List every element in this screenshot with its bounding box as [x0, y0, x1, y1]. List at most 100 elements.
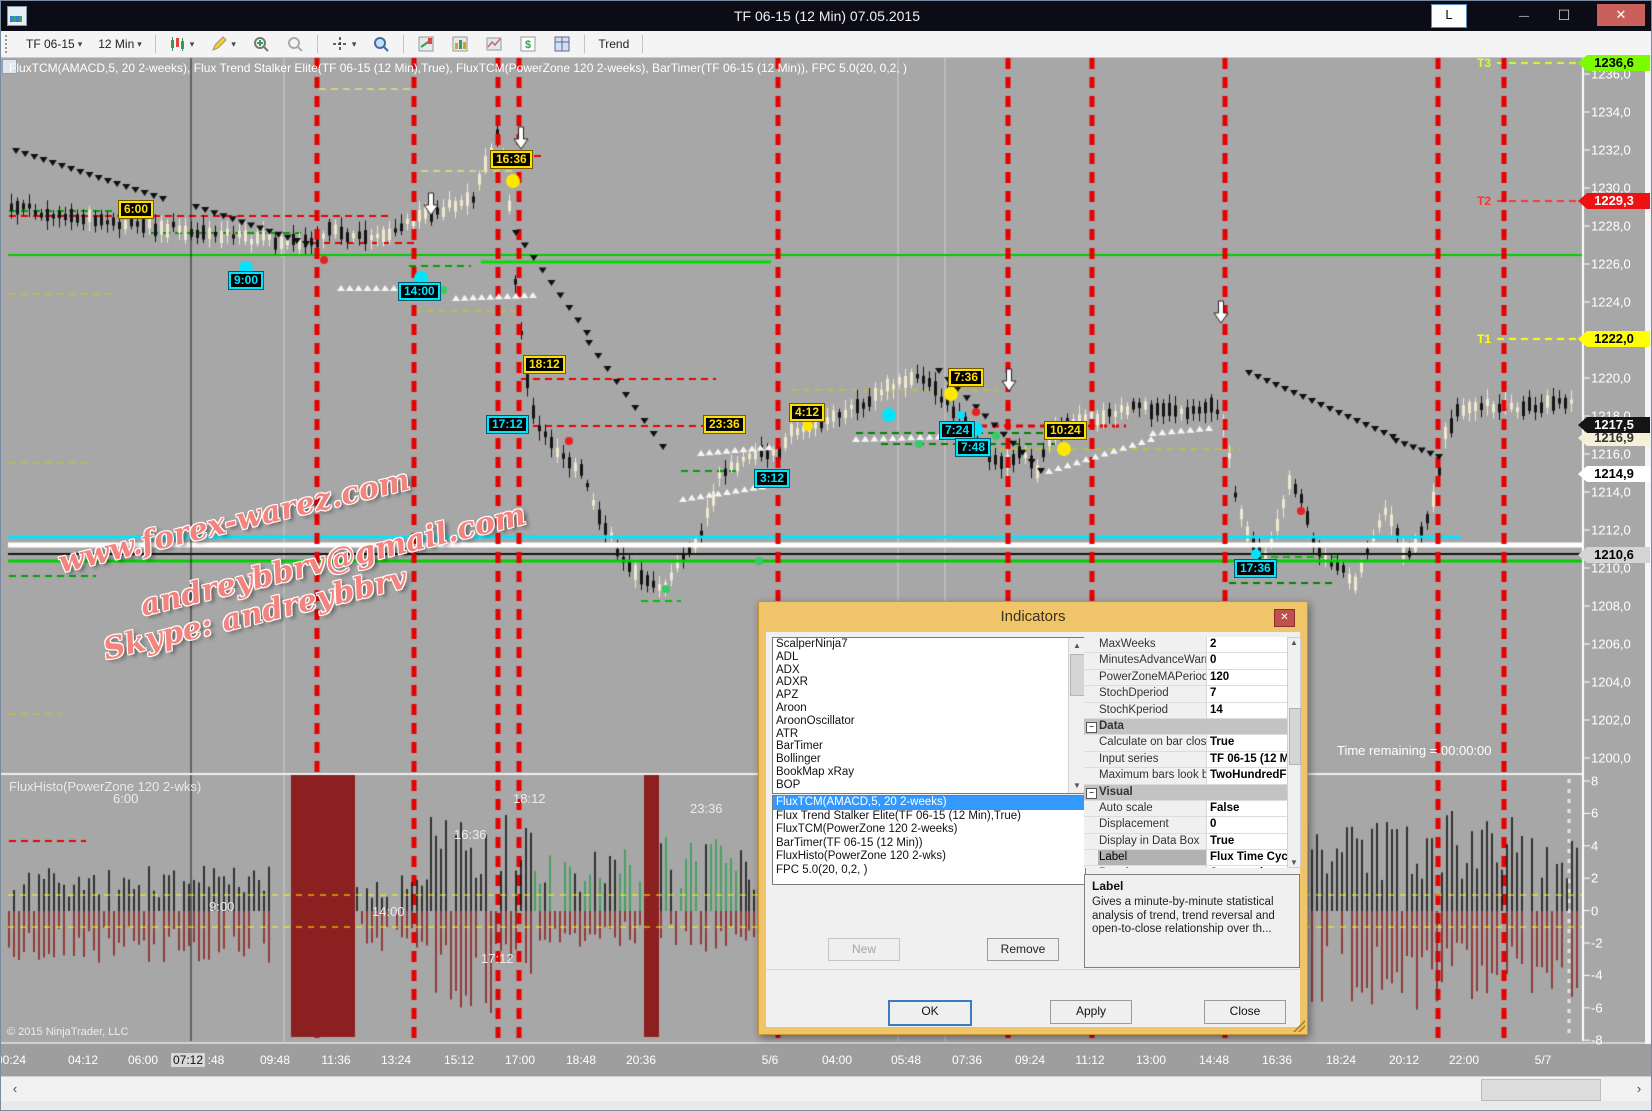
collapse-icon[interactable]: −: [1086, 788, 1097, 799]
horizontal-scrollbar[interactable]: ‹ ›: [1, 1076, 1652, 1102]
property-row[interactable]: Calculate on bar closeTrue: [1084, 735, 1287, 751]
property-row[interactable]: Maximum bars look bacTwoHundredFiftySix: [1084, 768, 1287, 784]
close-dialog-button[interactable]: Close: [1204, 1000, 1286, 1024]
close-button[interactable]: [1597, 4, 1645, 26]
applied-indicators-list[interactable]: FluxTCM(AMACD,5, 20 2-weeks)Flux Trend S…: [772, 795, 1086, 885]
collapse-icon[interactable]: −: [1086, 722, 1097, 733]
scroll-down-icon[interactable]: ▼: [1288, 858, 1300, 867]
property-value[interactable]: True: [1207, 735, 1287, 750]
available-indicator-item[interactable]: AroonOscillator: [773, 715, 1085, 728]
property-value[interactable]: 7: [1207, 686, 1287, 701]
scrollbar-thumb[interactable]: [1289, 708, 1301, 765]
scroll-up-icon[interactable]: ▲: [1069, 638, 1085, 653]
applied-indicator-item[interactable]: FluxTCM(AMACD,5, 20 2-weeks): [773, 796, 1085, 810]
time-axis-label: 18:24: [1326, 1053, 1356, 1067]
application-window: TF 06-15 (12 Min) 07.05.2015 L TF 06-15 …: [0, 0, 1652, 1111]
property-row[interactable]: Auto scaleFalse: [1084, 801, 1287, 817]
property-value[interactable]: [1206, 785, 1287, 800]
account-button[interactable]: $: [512, 32, 544, 56]
trend-button[interactable]: Trend: [591, 34, 636, 54]
property-row[interactable]: MaxWeeks2: [1084, 637, 1287, 653]
available-indicators-list[interactable]: ScalperNinja7ADLADXADXRAPZAroonAroonOsci…: [772, 637, 1086, 794]
indicators-button[interactable]: [410, 32, 442, 56]
property-row[interactable]: Input seriesTF 06-15 (12 Min): [1084, 752, 1287, 768]
property-row[interactable]: MinutesAdvanceWarnin0: [1084, 653, 1287, 669]
property-row[interactable]: LabelFlux Time Cycle Marke: [1084, 850, 1287, 866]
property-value[interactable]: True: [1207, 834, 1287, 849]
available-indicator-item[interactable]: Aroon: [773, 702, 1085, 715]
available-indicator-item[interactable]: BarTimer: [773, 740, 1085, 753]
available-indicator-item[interactable]: Bollinger: [773, 753, 1085, 766]
resize-grip[interactable]: [1293, 1020, 1305, 1032]
property-value[interactable]: Same as input series: [1207, 866, 1287, 868]
property-row[interactable]: StochDperiod7: [1084, 686, 1287, 702]
property-row[interactable]: Display in Data BoxTrue: [1084, 834, 1287, 850]
remove-button[interactable]: Remove: [987, 938, 1059, 961]
drawing-tools-button[interactable]: [203, 32, 243, 56]
property-row[interactable]: −Data: [1084, 719, 1287, 735]
property-value[interactable]: 120: [1207, 670, 1287, 685]
property-row[interactable]: −Visual: [1084, 785, 1287, 801]
available-indicator-item[interactable]: BOP: [773, 779, 1085, 792]
property-name: MinutesAdvanceWarnin: [1098, 653, 1207, 668]
property-row-gutter: [1084, 637, 1098, 652]
zoom-in-button[interactable]: [245, 32, 277, 56]
property-value[interactable]: 0: [1207, 653, 1287, 668]
available-indicator-item[interactable]: ADL: [773, 651, 1085, 664]
maximize-button[interactable]: [1547, 4, 1581, 26]
property-grid[interactable]: MaxWeeks2MinutesAdvanceWarnin0PowerZoneM…: [1084, 637, 1287, 868]
scrollbar-thumb[interactable]: [1481, 1079, 1601, 1101]
chart-properties-button[interactable]: [444, 32, 476, 56]
applied-indicator-item[interactable]: FluxTCM(PowerZone 120 2-weeks): [773, 823, 1085, 837]
property-value[interactable]: 14: [1207, 703, 1287, 718]
property-value[interactable]: 0: [1207, 817, 1287, 832]
property-row[interactable]: StochKperiod14: [1084, 703, 1287, 719]
list-scrollbar[interactable]: ▲ ▼: [1068, 638, 1085, 793]
zoom-out-button[interactable]: [279, 32, 311, 56]
property-grid-scrollbar[interactable]: ▲ ▼: [1287, 637, 1301, 868]
property-value[interactable]: 2: [1207, 637, 1287, 652]
crosshair-button[interactable]: [324, 32, 364, 56]
minimize-button[interactable]: [1507, 4, 1541, 26]
snapshot-button[interactable]: [478, 32, 510, 56]
scrollbar-thumb[interactable]: [1070, 654, 1085, 696]
chart-style-button[interactable]: [162, 32, 202, 56]
status-strip: [1, 1101, 1652, 1111]
scroll-right-arrow[interactable]: ›: [1627, 1079, 1651, 1099]
bar-time-marker: 7:24: [940, 422, 974, 439]
applied-indicator-item[interactable]: FluxHisto(PowerZone 120 2-wks): [773, 850, 1085, 864]
available-indicator-item[interactable]: BookMap xRay: [773, 766, 1085, 779]
available-indicator-item[interactable]: ADXR: [773, 676, 1085, 689]
property-value[interactable]: TwoHundredFiftySix: [1207, 768, 1287, 783]
applied-indicator-item[interactable]: Flux Trend Stalker Elite(TF 06-15 (12 Mi…: [773, 810, 1085, 824]
property-value[interactable]: False: [1207, 801, 1287, 816]
scroll-down-icon[interactable]: ▼: [1069, 778, 1085, 793]
available-indicator-item[interactable]: ATR: [773, 728, 1085, 741]
property-value[interactable]: [1206, 719, 1287, 734]
window-title: TF 06-15 (12 Min) 07.05.2015: [1, 8, 1652, 24]
applied-indicator-item[interactable]: BarTimer(TF 06-15 (12 Min)): [773, 837, 1085, 851]
grid-button[interactable]: [546, 32, 578, 56]
time-axis[interactable]: 00:2404:1206:0007:12:4809:4811:3613:2415…: [1, 1044, 1652, 1076]
instrument-selector[interactable]: TF 06-15: [19, 34, 89, 54]
property-value[interactable]: Flux Time Cycle Marke: [1207, 850, 1287, 865]
property-value[interactable]: TF 06-15 (12 Min): [1207, 752, 1287, 767]
available-indicator-item[interactable]: ScalperNinja7: [773, 638, 1085, 651]
data-box-button[interactable]: [365, 32, 397, 56]
scroll-up-icon[interactable]: ▲: [1288, 638, 1300, 647]
available-indicator-item[interactable]: APZ: [773, 689, 1085, 702]
link-button[interactable]: L: [1431, 4, 1467, 28]
property-row[interactable]: Displacement0: [1084, 817, 1287, 833]
new-button[interactable]: New: [828, 938, 900, 961]
toolbar-grip[interactable]: [5, 35, 13, 53]
property-row[interactable]: PowerZoneMAPeriod120: [1084, 670, 1287, 686]
price-tag: 1217,5: [1578, 417, 1650, 433]
interval-selector[interactable]: 12 Min: [91, 34, 149, 54]
apply-button[interactable]: Apply: [1050, 1000, 1132, 1024]
property-row[interactable]: PanelSame as input series: [1084, 866, 1287, 868]
dialog-close-icon[interactable]: ✕: [1274, 609, 1295, 627]
scroll-left-arrow[interactable]: ‹: [3, 1079, 27, 1099]
ok-button[interactable]: OK: [888, 1000, 972, 1026]
applied-indicator-item[interactable]: FPC 5.0(20, 0,2, ): [773, 864, 1085, 878]
available-indicator-item[interactable]: ADX: [773, 664, 1085, 677]
